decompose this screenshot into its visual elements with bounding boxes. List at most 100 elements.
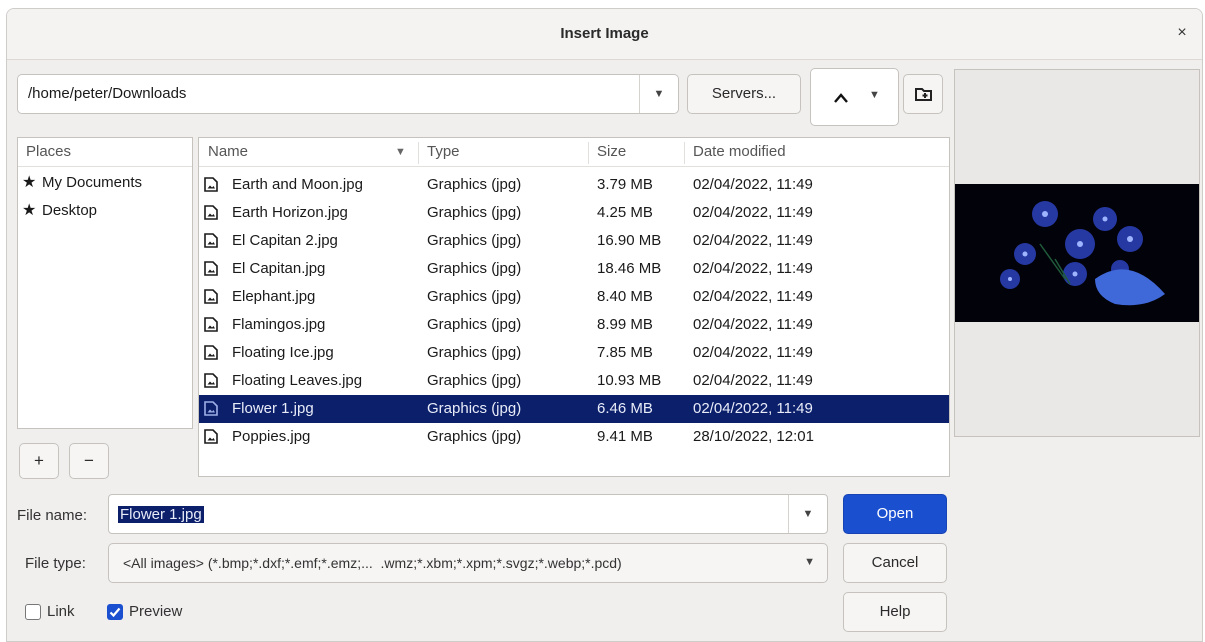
file-date-cell: 02/04/2022, 11:49 bbox=[693, 176, 813, 193]
file-name-cell: El Capitan 2.jpg bbox=[232, 232, 338, 249]
file-date-cell: 28/10/2022, 12:01 bbox=[693, 428, 814, 445]
help-button[interactable]: Help bbox=[843, 592, 947, 632]
file-type-cell: Graphics (jpg) bbox=[427, 372, 522, 389]
image-file-icon bbox=[204, 177, 218, 192]
image-file-icon bbox=[204, 429, 218, 444]
file-type-label: File type: bbox=[25, 555, 86, 572]
file-size-cell: 7.85 MB bbox=[597, 344, 653, 361]
file-size-cell: 16.90 MB bbox=[597, 232, 662, 249]
file-size-cell: 8.99 MB bbox=[597, 316, 653, 333]
image-file-icon bbox=[204, 205, 218, 220]
file-list: Name ▼ Type Size Date modified Earth and… bbox=[198, 137, 950, 477]
checkmark-icon bbox=[109, 607, 121, 618]
insert-image-dialog: Insert Image × /home/peter/Downloads ▼ S… bbox=[6, 8, 1203, 642]
up-folder-group: ▼ bbox=[810, 68, 899, 126]
table-row[interactable]: Flower 1.jpg Graphics (jpg) 6.46 MB 02/04/2… bbox=[199, 395, 949, 423]
image-file-icon bbox=[204, 317, 218, 332]
cancel-button[interactable]: Cancel bbox=[843, 543, 947, 583]
file-name-cell: Poppies.jpg bbox=[232, 428, 311, 445]
file-date-cell: 02/04/2022, 11:49 bbox=[693, 232, 813, 249]
file-size-cell: 6.46 MB bbox=[597, 400, 653, 417]
file-type-cell: Graphics (jpg) bbox=[427, 428, 522, 445]
table-row[interactable]: El Capitan 2.jpg Graphics (jpg) 16.90 MB 02… bbox=[199, 227, 949, 255]
remove-place-button[interactable]: − bbox=[69, 443, 109, 479]
file-type-cell: Graphics (jpg) bbox=[427, 316, 522, 333]
file-date-cell: 02/04/2022, 11:49 bbox=[693, 288, 813, 305]
table-row[interactable]: Floating Ice.jpg Graphics (jpg) 7.85 MB 02/… bbox=[199, 339, 949, 367]
path-combo[interactable]: /home/peter/Downloads ▼ bbox=[17, 74, 679, 114]
column-header-name[interactable]: Name bbox=[208, 138, 248, 166]
file-type-cell: Graphics (jpg) bbox=[427, 232, 522, 249]
file-name-label: File name: bbox=[17, 507, 88, 524]
image-file-icon bbox=[204, 289, 218, 304]
table-row[interactable]: Elephant.jpg Graphics (jpg) 8.40 MB 02/04/2… bbox=[199, 283, 949, 311]
file-date-cell: 02/04/2022, 11:49 bbox=[693, 316, 813, 333]
file-date-cell: 02/04/2022, 11:49 bbox=[693, 400, 813, 417]
table-row[interactable]: Floating Leaves.jpg Graphics (jpg) 10.93 M… bbox=[199, 367, 949, 395]
file-size-cell: 3.79 MB bbox=[597, 176, 653, 193]
servers-button[interactable]: Servers... bbox=[687, 74, 801, 114]
places-item-label: Desktop bbox=[42, 202, 98, 219]
add-place-button[interactable]: + bbox=[19, 443, 59, 479]
image-file-icon bbox=[204, 233, 218, 248]
up-arrow-icon[interactable] bbox=[833, 92, 849, 104]
file-date-cell: 02/04/2022, 11:49 bbox=[693, 372, 813, 389]
file-name-cell: Flower 1.jpg bbox=[232, 400, 314, 417]
file-type-cell: Graphics (jpg) bbox=[427, 260, 522, 277]
file-type-cell: Graphics (jpg) bbox=[427, 176, 522, 193]
file-type-select[interactable]: <All images> (*.bmp;*.dxf;*.emf;*.emz;..… bbox=[108, 543, 828, 583]
table-row[interactable]: El Capitan.jpg Graphics (jpg) 18.46 MB 02/0… bbox=[199, 255, 949, 283]
file-name-cell: Floating Leaves.jpg bbox=[232, 372, 363, 389]
up-dropdown-icon[interactable]: ▼ bbox=[869, 89, 880, 101]
new-folder-button[interactable] bbox=[903, 74, 943, 114]
preview-label: Preview bbox=[129, 603, 183, 620]
places-item-my-documents[interactable]: ★ My Documents bbox=[22, 169, 142, 197]
chevron-down-icon[interactable]: ▼ bbox=[788, 495, 827, 533]
chevron-down-icon[interactable]: ▼ bbox=[639, 75, 678, 113]
file-size-cell: 8.40 MB bbox=[597, 288, 653, 305]
link-checkbox[interactable] bbox=[25, 604, 41, 620]
file-size-cell: 18.46 MB bbox=[597, 260, 662, 277]
image-file-icon bbox=[204, 345, 218, 360]
column-header-type[interactable]: Type bbox=[427, 138, 460, 166]
dialog-title: Insert Image bbox=[560, 25, 649, 42]
table-row[interactable]: Flamingos.jpg Graphics (jpg) 8.99 MB 02/04/… bbox=[199, 311, 949, 339]
image-file-icon bbox=[204, 261, 218, 276]
star-icon: ★ bbox=[22, 202, 37, 219]
close-icon[interactable]: × bbox=[1172, 23, 1192, 43]
file-name-cell: Earth and Moon.jpg bbox=[232, 176, 363, 193]
file-type-cell: Graphics (jpg) bbox=[427, 288, 522, 305]
column-header-date[interactable]: Date modified bbox=[693, 138, 786, 166]
path-input[interactable]: /home/peter/Downloads bbox=[28, 85, 186, 102]
link-checkbox-group[interactable]: Link bbox=[25, 601, 95, 623]
file-type-cell: Graphics (jpg) bbox=[427, 344, 522, 361]
preview-image bbox=[955, 184, 1199, 322]
file-name-input[interactable]: Flower 1.jpg bbox=[118, 506, 204, 523]
chevron-down-icon: ▼ bbox=[804, 556, 815, 568]
sort-descending-icon[interactable]: ▼ bbox=[395, 138, 406, 166]
file-name-cell: Elephant.jpg bbox=[232, 288, 316, 305]
new-folder-icon bbox=[915, 88, 932, 101]
preview-checkbox-group[interactable]: Preview bbox=[107, 601, 207, 623]
preview-pane bbox=[954, 69, 1200, 437]
file-date-cell: 02/04/2022, 11:49 bbox=[693, 260, 813, 277]
file-name-cell: Flamingos.jpg bbox=[232, 316, 326, 333]
star-icon: ★ bbox=[22, 174, 37, 191]
image-file-icon bbox=[204, 373, 218, 388]
link-label: Link bbox=[47, 603, 75, 620]
table-row[interactable]: Poppies.jpg Graphics (jpg) 9.41 MB 28/10/20… bbox=[199, 423, 949, 451]
file-name-cell: El Capitan.jpg bbox=[232, 260, 326, 277]
open-button[interactable]: Open bbox=[843, 494, 947, 534]
column-header-size[interactable]: Size bbox=[597, 138, 626, 166]
places-item-desktop[interactable]: ★ Desktop bbox=[22, 197, 97, 225]
title-bar: Insert Image × bbox=[7, 9, 1202, 60]
table-row[interactable]: Earth Horizon.jpg Graphics (jpg) 4.25 MB 02… bbox=[199, 199, 949, 227]
file-size-cell: 10.93 MB bbox=[597, 372, 662, 389]
table-row[interactable]: Earth and Moon.jpg Graphics (jpg) 3.79 MB 0… bbox=[199, 171, 949, 199]
preview-checkbox[interactable] bbox=[107, 604, 123, 620]
file-name-combo[interactable]: Flower 1.jpg ▼ bbox=[108, 494, 828, 534]
file-name-cell: Earth Horizon.jpg bbox=[232, 204, 348, 221]
image-file-icon bbox=[204, 401, 218, 416]
places-header: Places bbox=[26, 143, 72, 160]
places-panel: Places ★ My Documents ★ Desktop bbox=[17, 137, 193, 429]
